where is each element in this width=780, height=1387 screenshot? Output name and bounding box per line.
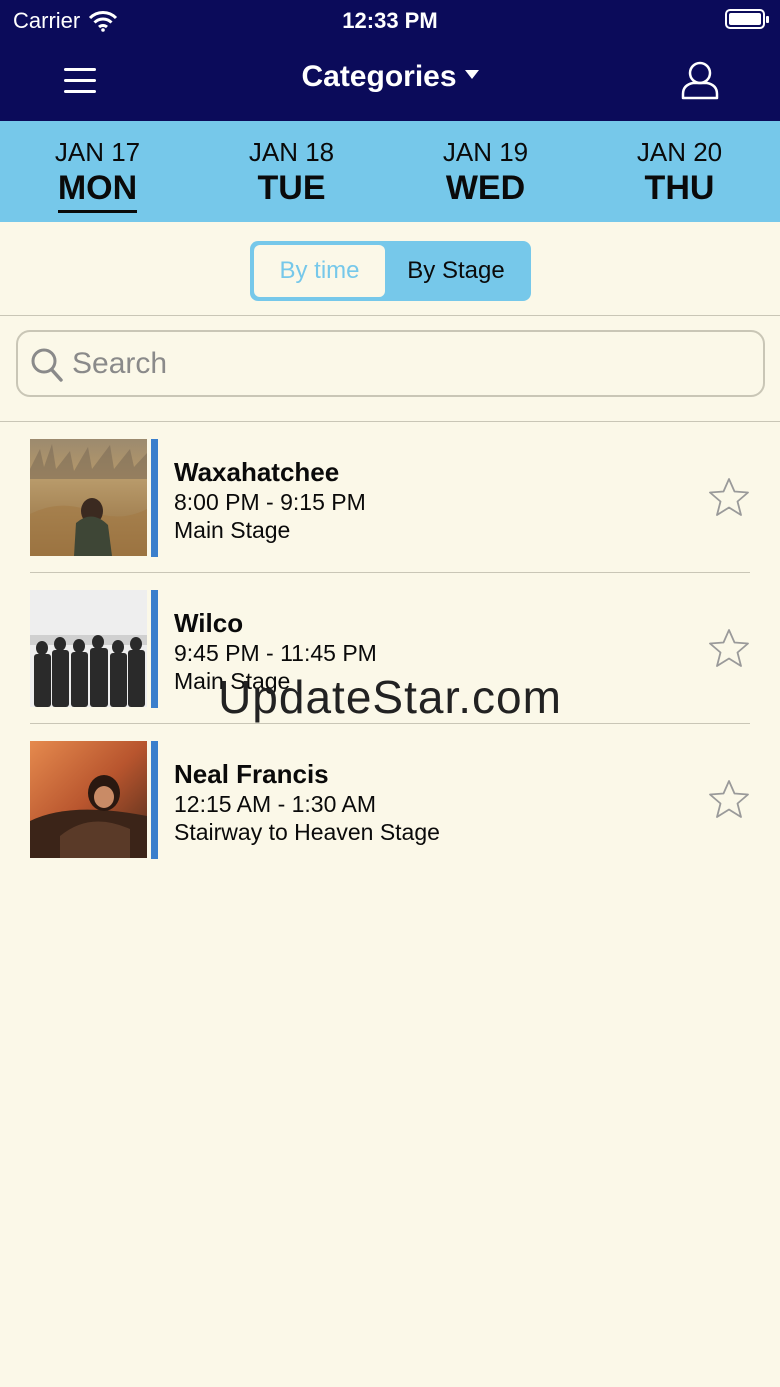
event-row[interactable]: Neal Francis 12:15 AM - 1:30 AM Stairway… bbox=[30, 741, 750, 859]
divider bbox=[0, 421, 780, 422]
event-stage: Stairway to Heaven Stage bbox=[174, 819, 440, 845]
event-time: 12:15 AM - 1:30 AM bbox=[174, 791, 377, 817]
date-tab-jan-20[interactable]: JAN 20 THU bbox=[582, 135, 777, 207]
row-separator bbox=[30, 572, 750, 573]
divider bbox=[0, 315, 780, 316]
by-stage-button[interactable]: By Stage bbox=[385, 245, 527, 297]
date-label: JAN 18 bbox=[248, 137, 335, 167]
weekday-label: THU bbox=[644, 169, 715, 207]
user-icon bbox=[681, 61, 719, 100]
status-time: 12:33 PM bbox=[342, 8, 438, 33]
search-bar bbox=[16, 330, 765, 397]
date-tab-jan-19[interactable]: JAN 19 WED bbox=[388, 135, 583, 207]
date-label: JAN 19 bbox=[442, 137, 529, 167]
date-tab-bar: JAN 17 MON JAN 18 TUE JAN 19 WED JAN 20 … bbox=[0, 121, 780, 222]
date-tab-jan-18[interactable]: JAN 18 TUE bbox=[194, 135, 389, 207]
search-icon bbox=[31, 348, 63, 382]
artist-photo bbox=[30, 741, 147, 858]
top-navigation-bar: Carrier 12:33 PM Categories bbox=[0, 0, 780, 121]
caret-down-icon bbox=[464, 69, 479, 79]
date-label: JAN 20 bbox=[636, 137, 723, 167]
by-time-button[interactable]: By time bbox=[254, 245, 385, 297]
favorite-star-icon[interactable] bbox=[708, 779, 750, 819]
watermark: UpdateStar.com bbox=[218, 671, 562, 723]
event-time: 9:45 PM - 11:45 PM bbox=[174, 640, 377, 666]
date-label: JAN 17 bbox=[54, 137, 141, 167]
event-stage: Main Stage bbox=[174, 517, 291, 543]
favorite-star-icon[interactable] bbox=[708, 477, 750, 517]
artist-name: Waxahatchee bbox=[174, 457, 340, 487]
search-input[interactable] bbox=[72, 340, 752, 388]
event-accent-bar bbox=[151, 439, 158, 557]
weekday-label: MON bbox=[57, 169, 138, 213]
event-time: 8:00 PM - 9:15 PM bbox=[174, 489, 366, 515]
event-row[interactable]: Waxahatchee 8:00 PM - 9:15 PM Main Stage bbox=[30, 439, 750, 557]
categories-dropdown[interactable]: Categories bbox=[0, 60, 780, 94]
user-profile-button[interactable] bbox=[676, 56, 724, 104]
weekday-label: TUE bbox=[257, 169, 326, 207]
event-accent-bar bbox=[151, 741, 158, 859]
battery-icon bbox=[725, 9, 769, 29]
artist-name: Neal Francis bbox=[174, 759, 329, 789]
artist-photo bbox=[30, 439, 147, 556]
favorite-star-icon[interactable] bbox=[708, 628, 750, 668]
date-tab-jan-17[interactable]: JAN 17 MON bbox=[0, 135, 195, 213]
weekday-label: WED bbox=[445, 169, 526, 207]
artist-name: Wilco bbox=[174, 608, 244, 638]
page-title: Categories bbox=[301, 60, 457, 93]
view-mode-toggle: By time By Stage bbox=[250, 241, 531, 301]
